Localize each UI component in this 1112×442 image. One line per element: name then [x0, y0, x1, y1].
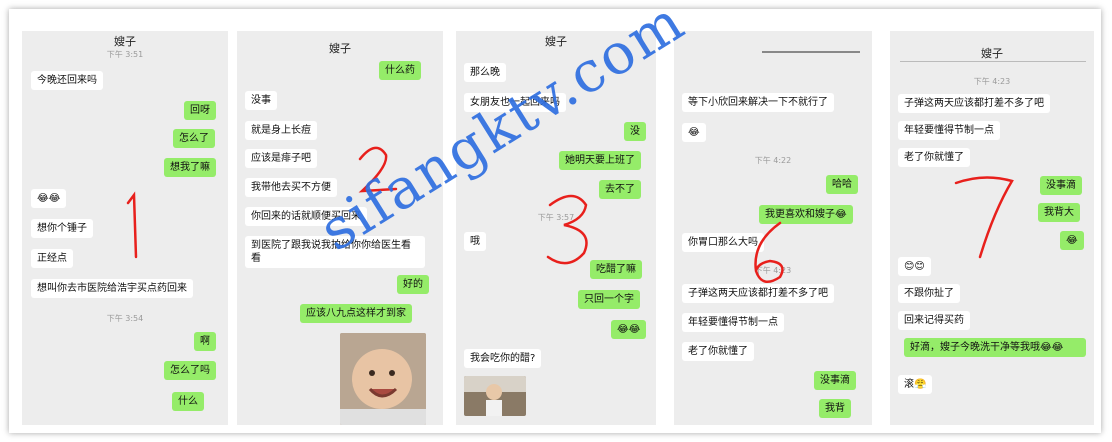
child-image [464, 376, 526, 416]
timestamp: 下午 4:23 [973, 77, 1011, 86]
timestamp: 下午 3:51 [106, 50, 144, 59]
message-incoming[interactable]: 没事 [245, 91, 277, 110]
message-outgoing[interactable]: 应该八九点这样才到家 [300, 304, 412, 323]
message-outgoing[interactable]: 回呀 [184, 101, 216, 120]
child-photo[interactable] [464, 376, 526, 416]
message-outgoing[interactable]: 😂😂 [611, 320, 647, 339]
message-outgoing[interactable]: 没 [624, 122, 646, 141]
message-outgoing[interactable]: 什么 [172, 392, 204, 411]
scribble-number-3 [546, 194, 588, 265]
message-incoming[interactable]: 老了你就懂了 [682, 342, 754, 361]
header-divider [762, 51, 860, 53]
header-divider [900, 61, 1086, 62]
message-outgoing[interactable]: 好滴，嫂子今晚洗干净等我哦😂😂 [904, 338, 1086, 357]
message-outgoing[interactable]: 😂 [1060, 231, 1084, 250]
message-outgoing[interactable]: 没事滴 [814, 371, 856, 390]
message-incoming[interactable]: 我带他去买不方便 [245, 178, 337, 197]
message-incoming[interactable]: 哦 [464, 232, 486, 251]
message-incoming[interactable]: 老了你就懂了 [898, 148, 970, 167]
message-outgoing[interactable]: 啊 [194, 332, 216, 351]
message-outgoing[interactable]: 只回一个字 [578, 290, 640, 309]
chat-panel-5: 嫂子 下午 4:23 子弹这两天应该都打差不多了吧 年轻要懂得节制一点 老了你就… [890, 31, 1094, 425]
message-incoming[interactable]: 子弹这两天应该都打差不多了吧 [682, 284, 834, 303]
timestamp: 下午 3:57 [537, 213, 575, 222]
message-incoming[interactable]: 年轻要懂得节制一点 [898, 121, 1000, 140]
message-outgoing[interactable]: 好的 [397, 275, 429, 294]
message-outgoing[interactable]: 我背大 [1038, 203, 1080, 222]
message-incoming[interactable]: 我会吃你的醋? [464, 349, 542, 368]
message-outgoing[interactable]: 她明天要上班了 [559, 151, 641, 170]
message-outgoing[interactable]: 哈哈 [826, 175, 858, 194]
message-incoming[interactable]: 滚😤 [898, 375, 933, 394]
message-outgoing[interactable]: 想我了嘛 [164, 158, 216, 177]
baby-photo[interactable] [340, 333, 426, 425]
message-incoming[interactable]: 😊😊 [898, 257, 931, 276]
chat-title: 嫂子 [114, 35, 136, 48]
chat-panel-4: 等下小欣回来解决一下不就行了 😂 下午 4:22 哈哈 我更喜欢和嫂子😂 你胃口… [674, 31, 872, 425]
chat-title: 嫂子 [981, 47, 1003, 60]
message-incoming[interactable]: 应该是痱子吧 [245, 149, 317, 168]
scribble-number-1 [126, 191, 138, 259]
chat-title: 嫂子 [329, 42, 351, 55]
message-incoming[interactable]: 你胃口那么大吗 [682, 233, 764, 252]
message-outgoing[interactable]: 吃醋了嘛 [590, 260, 642, 279]
message-incoming[interactable]: 等下小欣回来解决一下不就行了 [682, 93, 834, 112]
timestamp: 下午 4:23 [754, 266, 792, 275]
message-outgoing[interactable]: 我背 [819, 399, 851, 418]
message-incoming[interactable]: 想你个锤子 [31, 219, 93, 238]
chat-panel-1: 嫂子 下午 3:51 今晚还回来吗 回呀 怎么了 想我了嘛 😂😂 想你个锤子 正… [22, 31, 228, 425]
timestamp: 下午 4:22 [754, 156, 792, 165]
message-incoming[interactable]: 今晚还回来吗 [31, 71, 103, 90]
message-outgoing[interactable]: 我更喜欢和嫂子😂 [759, 205, 853, 224]
scribble-number-7 [954, 176, 1014, 259]
message-outgoing[interactable]: 去不了 [599, 180, 641, 199]
message-outgoing[interactable]: 怎么了 [173, 129, 215, 148]
screenshot-collage: 嫂子 下午 3:51 今晚还回来吗 回呀 怎么了 想我了嘛 😂😂 想你个锤子 正… [9, 0, 1101, 433]
message-incoming[interactable]: 回来记得买药 [898, 311, 970, 330]
message-incoming[interactable]: 想叫你去市医院给浩宇买点药回来 [31, 279, 193, 298]
timestamp: 下午 3:54 [106, 314, 144, 323]
baby-face-image [340, 333, 426, 425]
message-outgoing[interactable]: 什么药 [379, 61, 421, 80]
scribble-number-6 [754, 221, 784, 284]
message-outgoing[interactable]: 没事滴 [1040, 176, 1082, 195]
message-incoming[interactable]: 就是身上长痘 [245, 121, 317, 140]
message-incoming[interactable]: 😂😂 [31, 189, 67, 208]
message-incoming[interactable]: 正经点 [31, 249, 73, 268]
message-incoming[interactable]: 不跟你扯了 [898, 284, 960, 303]
message-incoming[interactable]: 年轻要懂得节制一点 [682, 313, 784, 332]
message-outgoing[interactable]: 怎么了吗 [164, 361, 216, 380]
message-incoming[interactable]: 😂 [682, 123, 706, 142]
message-incoming[interactable]: 子弹这两天应该都打差不多了吧 [898, 94, 1050, 113]
message-incoming[interactable]: 那么晚 [464, 63, 506, 82]
